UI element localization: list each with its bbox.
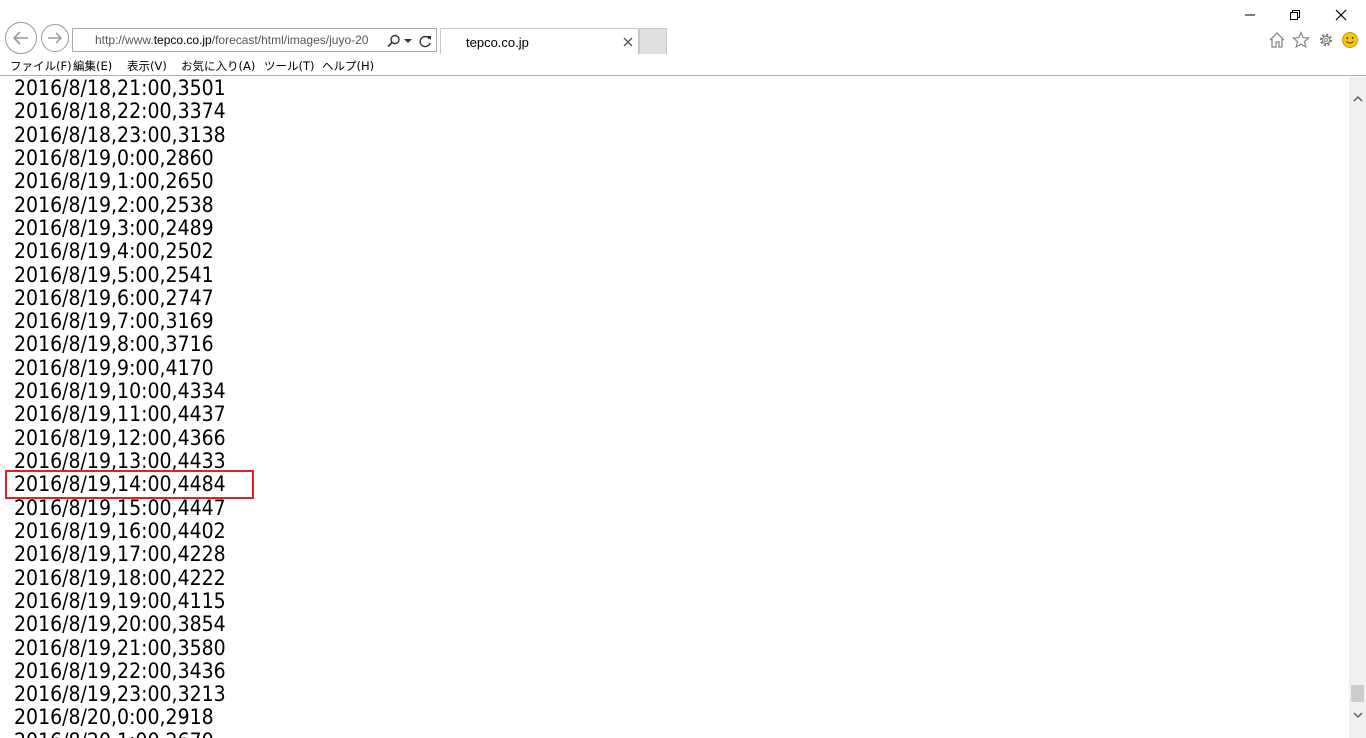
csv-line: 2016/8/19,11:00,4437 xyxy=(14,402,226,428)
minimize-icon xyxy=(1245,14,1255,16)
csv-line: 2016/8/18,21:00,3501 xyxy=(14,77,226,101)
csv-line: 2016/8/18,23:00,3138 xyxy=(14,122,226,148)
scroll-down-button[interactable] xyxy=(1349,707,1366,724)
feedback-button[interactable] xyxy=(1339,29,1361,51)
refresh-button[interactable] xyxy=(417,32,433,50)
csv-line: 2016/8/19,20:00,3854 xyxy=(14,612,226,638)
menu-edit[interactable]: 編集(E) xyxy=(73,58,112,74)
tab-close-button[interactable] xyxy=(623,33,633,51)
forward-button[interactable] xyxy=(41,24,69,52)
restore-button[interactable] xyxy=(1272,4,1318,26)
csv-line: 2016/8/19,8:00,3716 xyxy=(14,332,214,358)
home-button[interactable] xyxy=(1266,29,1288,51)
vertical-scrollbar[interactable] xyxy=(1349,77,1366,738)
tab-title: tepco.co.jp xyxy=(466,35,529,50)
csv-line: 2016/8/20,0:00,2918 xyxy=(14,705,214,731)
close-window-button[interactable] xyxy=(1318,4,1364,26)
home-icon xyxy=(1269,32,1285,48)
csv-line: 2016/8/19,21:00,3580 xyxy=(14,635,226,661)
csv-line: 2016/8/19,19:00,4115 xyxy=(14,588,226,614)
star-icon xyxy=(1292,31,1310,49)
csv-line: 2016/8/19,17:00,4228 xyxy=(14,542,226,568)
csv-line: 2016/8/19,16:00,4402 xyxy=(14,518,226,544)
address-bar[interactable]: http://www.tepco.co.jp/forecast/html/ima… xyxy=(72,28,437,52)
csv-line: 2016/8/19,5:00,2541 xyxy=(14,262,214,288)
chevron-up-icon xyxy=(1352,95,1363,102)
address-url[interactable]: http://www.tepco.co.jp/forecast/html/ima… xyxy=(95,33,387,47)
minimize-button[interactable] xyxy=(1227,4,1273,26)
csv-line: 2016/8/19,22:00,3436 xyxy=(14,658,226,684)
csv-line: 2016/8/19,9:00,4170 xyxy=(14,355,214,381)
csv-line: 2016/8/19,10:00,4334 xyxy=(14,379,226,405)
search-button[interactable] xyxy=(386,32,402,50)
menu-bar: ファイル(F) 編集(E) 表示(V) お気に入り(A) ツール(T) ヘルプ(… xyxy=(0,56,1366,76)
menu-tools[interactable]: ツール(T) xyxy=(264,58,315,74)
csv-line: 2016/8/19,1:00,2650 xyxy=(14,169,214,195)
gear-icon xyxy=(1319,33,1333,47)
favorites-button[interactable] xyxy=(1290,29,1312,51)
address-dropdown[interactable] xyxy=(403,32,413,50)
settings-button[interactable] xyxy=(1315,29,1337,51)
csv-line: 2016/8/19,0:00,2860 xyxy=(14,145,214,171)
csv-line: 2016/8/19,18:00,4222 xyxy=(14,565,226,591)
tab-tepco[interactable]: tepco.co.jp xyxy=(440,28,639,54)
smiley-icon xyxy=(1342,32,1358,48)
back-button[interactable] xyxy=(5,22,37,54)
scroll-up-button[interactable] xyxy=(1349,90,1366,107)
csv-line: 2016/8/19,3:00,2489 xyxy=(14,215,214,241)
highlight-box xyxy=(5,470,254,499)
csv-line: 2016/8/19,6:00,2747 xyxy=(14,285,214,311)
chevron-down-icon xyxy=(1352,712,1363,719)
menu-favorites[interactable]: お気に入り(A) xyxy=(181,58,255,74)
csv-line: 2016/8/19,15:00,4447 xyxy=(14,495,226,521)
browser-chrome: http://www.tepco.co.jp/forecast/html/ima… xyxy=(0,0,1366,76)
close-icon xyxy=(623,37,633,47)
restore-icon xyxy=(1290,10,1300,20)
csv-lines: 2016/8/18,21:00,3501 2016/8/18,22:00,337… xyxy=(14,77,255,738)
csv-line: 2016/8/20,1:00,2670 xyxy=(14,729,226,738)
menu-help[interactable]: ヘルプ(H) xyxy=(322,58,374,74)
csv-line: 2016/8/19,4:00,2502 xyxy=(14,239,214,265)
new-tab-button[interactable] xyxy=(639,28,667,54)
refresh-icon xyxy=(419,35,431,47)
back-arrow-icon xyxy=(12,31,28,45)
csv-line: 2016/8/19,7:00,3169 xyxy=(14,309,214,335)
scrollbar-thumb[interactable] xyxy=(1351,685,1364,702)
menu-file[interactable]: ファイル(F) xyxy=(10,58,72,74)
chevron-down-icon xyxy=(404,39,412,43)
csv-line: 2016/8/19,12:00,4366 xyxy=(14,425,226,451)
csv-line: 2016/8/18,22:00,3374 xyxy=(14,99,226,125)
csv-line: 2016/8/19,23:00,3213 xyxy=(14,682,226,708)
search-icon xyxy=(387,34,400,48)
page-content: 2016/8/18,21:00,3501 2016/8/18,22:00,337… xyxy=(0,77,1349,738)
forward-arrow-icon xyxy=(48,32,63,44)
menu-view[interactable]: 表示(V) xyxy=(127,58,167,74)
csv-line: 2016/8/19,2:00,2538 xyxy=(14,192,214,218)
close-icon xyxy=(1335,9,1347,21)
